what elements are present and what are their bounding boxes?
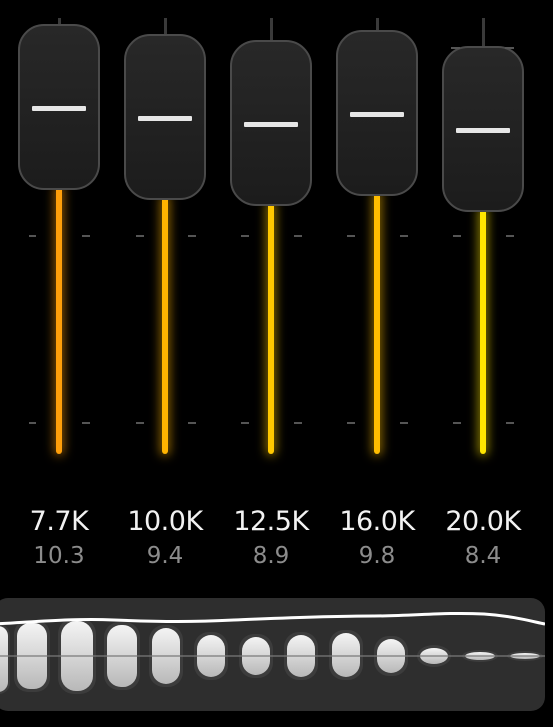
knob-indicator: [456, 128, 510, 133]
slider-knob-5[interactable]: [442, 46, 524, 212]
eq-channel-1: [6, 0, 112, 480]
band-labels: 7.7K 10.3 10.0K 9.4 12.5K 8.9 16.0K 9.8 …: [0, 505, 553, 585]
band-gain: 10.3: [33, 543, 85, 569]
band-gain: 8.4: [464, 543, 502, 569]
eq-overview-strip[interactable]: [0, 598, 545, 711]
knob-indicator: [32, 106, 86, 111]
band-label-5: 20.0K 8.4: [430, 505, 536, 571]
slider-track-5[interactable]: [480, 208, 486, 454]
knob-indicator: [138, 116, 192, 121]
eq-channel-4: [324, 0, 430, 480]
band-gain: 9.4: [146, 543, 184, 569]
eq-channel-2: [112, 0, 218, 480]
band-gain: 8.9: [252, 543, 290, 569]
band-frequency: 20.0K: [445, 506, 521, 537]
band-label-4: 16.0K 9.8: [324, 505, 430, 571]
slider-knob-1[interactable]: [18, 24, 100, 190]
slider-knob-2[interactable]: [124, 34, 206, 200]
slider-knob-4[interactable]: [336, 30, 418, 196]
eq-channel-3: [218, 0, 324, 480]
band-frequency: 12.5K: [233, 506, 309, 537]
band-frequency: 16.0K: [339, 506, 415, 537]
band-frequency: 10.0K: [127, 506, 203, 537]
eq-channel-5: [430, 0, 536, 480]
band-label-1: 7.7K 10.3: [6, 505, 112, 571]
slider-track-4[interactable]: [374, 192, 380, 454]
slider-track-2[interactable]: [162, 196, 168, 454]
band-label-2: 10.0K 9.4: [112, 505, 218, 571]
slider-track-1[interactable]: [56, 186, 62, 454]
eq-overview-graphic: [0, 611, 545, 694]
slider-track-3[interactable]: [268, 202, 274, 454]
equalizer-sliders: [0, 0, 553, 480]
band-gain: 9.8: [358, 543, 396, 569]
band-frequency: 7.7K: [29, 506, 89, 537]
knob-indicator: [350, 112, 404, 117]
band-label-3: 12.5K 8.9: [218, 505, 324, 571]
knob-indicator: [244, 122, 298, 127]
slider-knob-3[interactable]: [230, 40, 312, 206]
